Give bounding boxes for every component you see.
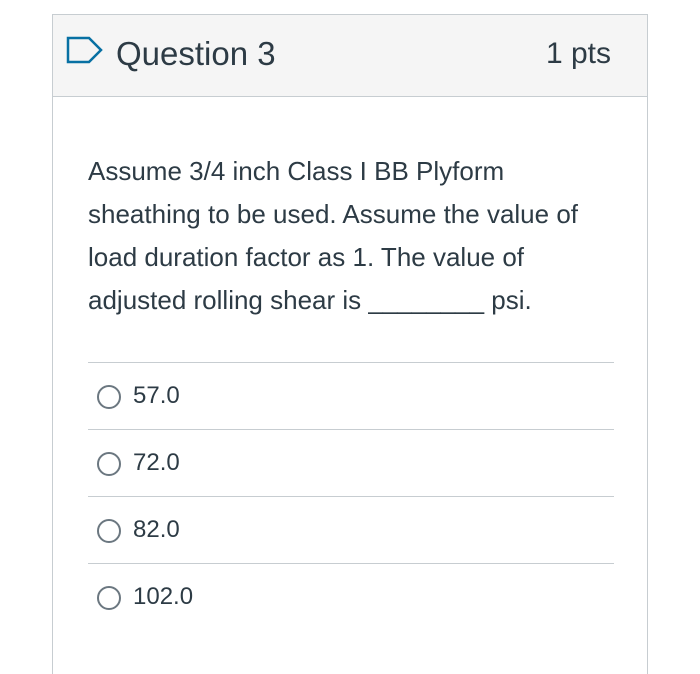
radio-icon[interactable] xyxy=(97,385,121,409)
radio-icon[interactable] xyxy=(97,519,121,543)
answer-label: 102.0 xyxy=(133,583,194,610)
answer-list: 57.0 72.0 82.0 102.0 xyxy=(88,362,614,630)
question-title: Question 3 xyxy=(116,35,276,72)
question-points: 1 pts xyxy=(545,37,611,70)
answer-option[interactable]: 82.0 xyxy=(88,496,614,563)
answer-option[interactable]: 102.0 xyxy=(88,563,614,630)
answer-label: 57.0 xyxy=(133,382,180,409)
flag-icon[interactable] xyxy=(65,35,105,65)
radio-icon[interactable] xyxy=(97,452,121,476)
question-card: Question 3 1 pts Assume 3/4 inch Class I… xyxy=(52,14,648,674)
question-text: Assume 3/4 inch Class I BB Plyform sheat… xyxy=(88,156,579,315)
answer-label: 72.0 xyxy=(133,449,180,476)
radio-icon[interactable] xyxy=(97,586,121,610)
answer-option[interactable]: 57.0 xyxy=(88,362,614,429)
question-header: Question 3 1 pts xyxy=(53,15,647,97)
answer-label: 82.0 xyxy=(133,516,180,543)
answer-option[interactable]: 72.0 xyxy=(88,429,614,496)
